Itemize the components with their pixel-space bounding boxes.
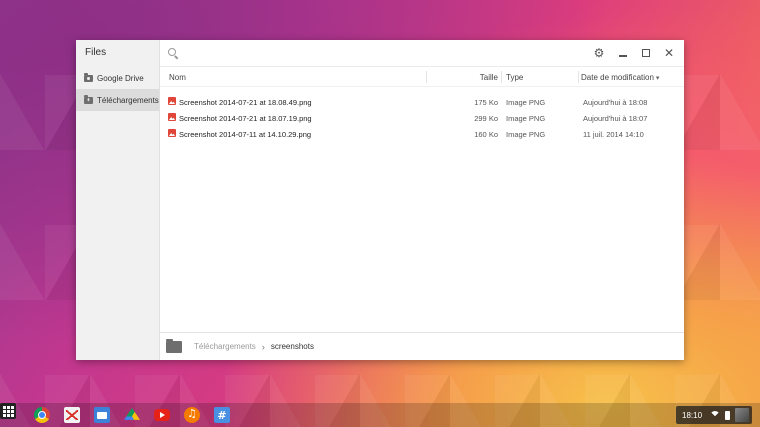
column-divider[interactable] — [501, 71, 502, 83]
file-row[interactable]: Screenshot 2014-07-21 at 18.08.49.png 17… — [160, 94, 684, 110]
search-icon[interactable] — [168, 48, 176, 56]
file-name: Screenshot 2014-07-21 at 18.08.49.png — [179, 98, 312, 107]
gear-icon: ⚙ — [593, 46, 605, 60]
column-header-size[interactable]: Taille — [464, 73, 498, 82]
file-list: Screenshot 2014-07-21 at 18.08.49.png 17… — [160, 87, 684, 142]
avatar — [735, 408, 750, 422]
sidebar-item-label: Google Drive — [97, 73, 144, 83]
sidebar-item-google-drive[interactable]: Google Drive — [76, 67, 159, 89]
column-divider[interactable] — [578, 71, 579, 83]
file-size: 160 Ko — [474, 130, 498, 139]
file-name: Screenshot 2014-07-11 at 14.10.29.png — [179, 130, 312, 139]
maximize-icon — [642, 49, 650, 57]
file-row[interactable]: Screenshot 2014-07-21 at 18.07.19.png 29… — [160, 110, 684, 126]
file-date: Aujourd'hui à 18:07 — [583, 114, 648, 123]
file-date: Aujourd'hui à 18:08 — [583, 98, 648, 107]
column-header-date[interactable]: Date de modification — [581, 73, 659, 82]
google-music-icon[interactable] — [184, 407, 200, 423]
image-file-icon — [168, 113, 176, 121]
file-size: 175 Ko — [474, 98, 498, 107]
maximize-button[interactable] — [639, 46, 653, 60]
drive-folder-icon — [84, 72, 93, 82]
chrome-icon[interactable] — [34, 407, 50, 423]
column-header-type[interactable]: Type — [506, 73, 523, 82]
minimize-icon — [619, 55, 627, 57]
sidebar-item-label: Téléchargements — [97, 95, 159, 105]
battery-icon — [725, 410, 731, 420]
toolbar: ⚙ ✕ — [160, 40, 684, 67]
file-type: Image PNG — [506, 114, 546, 123]
status-tray[interactable]: 18:10 — [676, 406, 752, 424]
sidebar: Files Google Drive Téléchargements — [76, 40, 160, 360]
folder-icon — [166, 338, 182, 353]
sidebar-item-downloads[interactable]: Téléchargements — [76, 89, 159, 111]
column-divider[interactable] — [426, 71, 427, 83]
gmail-icon[interactable] — [64, 407, 80, 423]
file-row[interactable]: Screenshot 2014-07-11 at 14.10.29.png 16… — [160, 126, 684, 142]
column-header-name[interactable]: Nom — [169, 73, 186, 82]
files-app-window: Files Google Drive Téléchargements ⚙ ✕ N… — [76, 40, 684, 360]
breadcrumb-separator: › — [261, 341, 265, 352]
files-app-icon[interactable] — [94, 407, 110, 423]
breadcrumb: Téléchargements › screenshots — [160, 332, 684, 360]
app-title: Files — [85, 47, 107, 58]
shelf: # 18:10 — [0, 403, 760, 427]
file-type: Image PNG — [506, 130, 546, 139]
minimize-button[interactable] — [616, 46, 630, 60]
youtube-icon[interactable] — [154, 409, 170, 421]
image-file-icon — [168, 129, 176, 137]
column-header-row: Nom Taille Type Date de modification — [160, 67, 684, 87]
google-drive-icon[interactable] — [124, 407, 140, 423]
app-launcher-icon[interactable] — [0, 403, 16, 419]
wifi-icon — [710, 411, 721, 419]
close-icon: ✕ — [663, 46, 675, 60]
settings-button[interactable]: ⚙ — [592, 46, 606, 60]
clock: 18:10 — [682, 410, 703, 420]
file-type: Image PNG — [506, 98, 546, 107]
file-name: Screenshot 2014-07-21 at 18.07.19.png — [179, 114, 312, 123]
main-panel: ⚙ ✕ Nom Taille Type Date de modification… — [160, 40, 684, 360]
breadcrumb-current[interactable]: screenshots — [271, 342, 314, 351]
close-button[interactable]: ✕ — [662, 46, 676, 60]
file-size: 299 Ko — [474, 114, 498, 123]
file-date: 11 juil. 2014 14:10 — [583, 130, 644, 139]
hashtag-app-icon[interactable]: # — [214, 407, 230, 423]
image-file-icon — [168, 97, 176, 105]
breadcrumb-parent[interactable]: Téléchargements — [194, 342, 256, 351]
downloads-folder-icon — [84, 94, 93, 104]
